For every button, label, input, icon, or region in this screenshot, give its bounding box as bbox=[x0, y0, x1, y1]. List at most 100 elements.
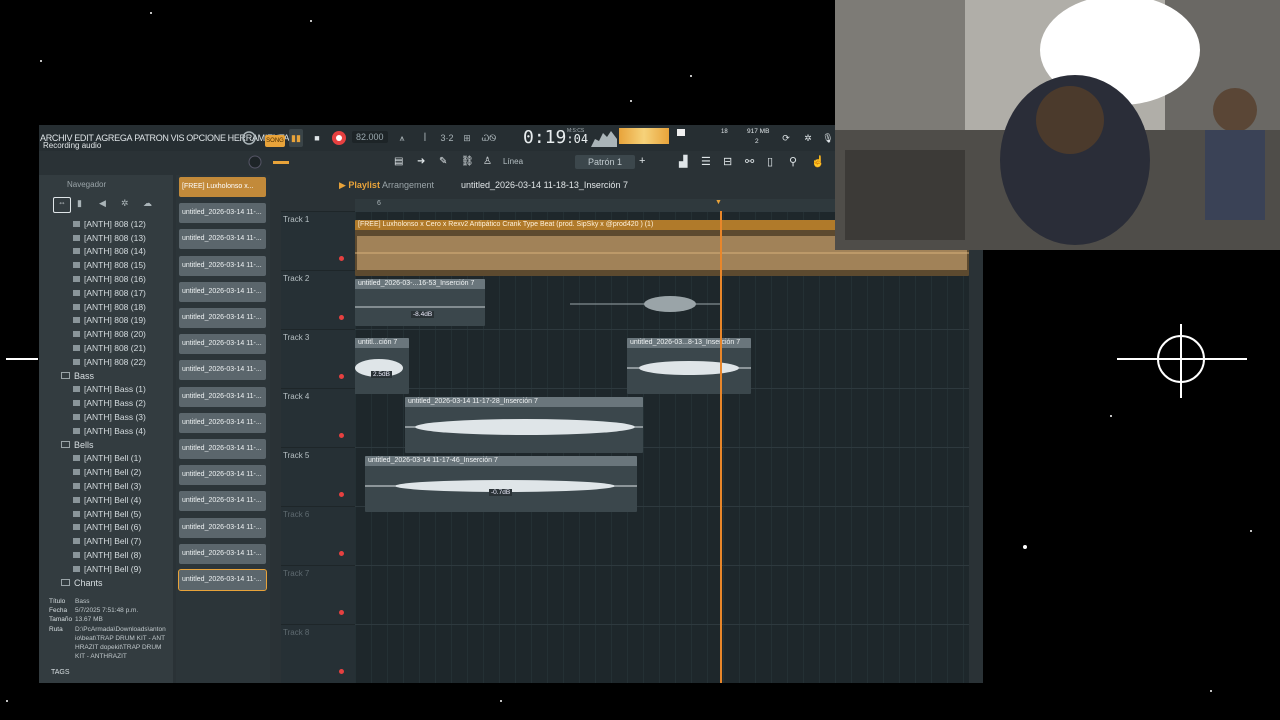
channel-rack-icon[interactable]: ⊟ bbox=[723, 155, 732, 168]
playhead[interactable] bbox=[720, 211, 722, 683]
plugin-icon[interactable]: ✲ bbox=[801, 129, 815, 147]
channel-button[interactable]: untitled_2026-03-14 11-... bbox=[179, 229, 266, 250]
tags-label[interactable]: TAGS bbox=[51, 669, 70, 676]
snap-selector[interactable]: Línea bbox=[503, 157, 523, 166]
channel-button[interactable]: untitled_2026-03-14 11-... bbox=[179, 308, 266, 328]
playlist-icon[interactable]: ▟ bbox=[679, 155, 687, 168]
channel-button[interactable]: untitled_2026-03-14 11-... bbox=[179, 543, 266, 564]
browser-file[interactable]: [ANTH] Bass (4) bbox=[39, 424, 173, 438]
browser-file[interactable]: [ANTH] 808 (17) bbox=[39, 286, 173, 300]
channel-button[interactable]: untitled_2026-03-14 11-... bbox=[179, 334, 266, 355]
browser-files-icon[interactable]: ▮ bbox=[77, 198, 82, 209]
countdown-icon[interactable]: 3·2 bbox=[439, 129, 455, 147]
wait-input-icon[interactable]: ꟾ bbox=[417, 129, 433, 147]
record-arm-icon[interactable] bbox=[339, 610, 344, 615]
channel-button[interactable]: untitled_2026-03-14 11-... bbox=[179, 439, 266, 459]
playlist-scrollbar[interactable] bbox=[969, 211, 983, 683]
audio-clip-track4[interactable]: untitled_2026-03-14 11-17-28_Inserción 7 bbox=[405, 397, 643, 453]
browser-file[interactable]: [ANTH] Bell (2) bbox=[39, 465, 173, 479]
browser-file[interactable]: [ANTH] Bell (8) bbox=[39, 548, 173, 562]
browser-file[interactable]: [ANTH] 808 (14) bbox=[39, 245, 173, 259]
pattern-selector[interactable]: Patrón 1 bbox=[575, 155, 635, 169]
link-icon[interactable]: ⛓ bbox=[461, 156, 475, 168]
stamp-icon[interactable]: ♙ bbox=[483, 156, 497, 168]
browser-file[interactable]: [ANTH] 808 (22) bbox=[39, 355, 173, 369]
track-header[interactable]: Track 4 bbox=[281, 388, 355, 448]
channel-button[interactable]: untitled_2026-03-14 11-... bbox=[179, 281, 266, 302]
channel-button[interactable]: untitled_2026-03-14 11-... bbox=[179, 386, 266, 407]
record-arm-icon[interactable] bbox=[339, 315, 344, 320]
mic-icon[interactable]: 🎙 bbox=[821, 129, 835, 147]
play-pause-button[interactable]: ▮▮ bbox=[289, 129, 303, 147]
browser-file[interactable]: [ANTH] 808 (16) bbox=[39, 272, 173, 286]
browser-file[interactable]: [ANTH] 808 (20) bbox=[39, 327, 173, 341]
browser-file[interactable]: [ANTH] Bell (5) bbox=[39, 507, 173, 521]
browser-file[interactable]: [ANTH] Bell (7) bbox=[39, 534, 173, 548]
touch-icon[interactable]: ☝ bbox=[811, 155, 825, 168]
playlist-file-name[interactable]: untitled_2026-03-14 11-18-13_Inserción 7 bbox=[461, 180, 628, 190]
record-arm-icon[interactable] bbox=[339, 374, 344, 379]
add-pattern-icon[interactable]: + bbox=[639, 155, 645, 167]
record-button[interactable] bbox=[330, 129, 348, 147]
audio-clip-track5[interactable]: untitled_2026-03-14 11-17-46_Inserción 7… bbox=[365, 456, 637, 512]
browser-file[interactable]: [ANTH] Bass (2) bbox=[39, 396, 173, 410]
file-icon[interactable]: ▯ bbox=[767, 155, 773, 168]
playlist-grid[interactable]: [FREE] Luxholonso x Cero x Rexv2 Antipát… bbox=[349, 211, 969, 683]
channel-button[interactable]: untitled_2026-03-14 11-... bbox=[178, 569, 267, 591]
tempo-display[interactable]: 82.000 bbox=[352, 131, 388, 143]
pencil-icon[interactable]: ✎ bbox=[439, 156, 453, 168]
stop-button[interactable]: ■ bbox=[310, 129, 324, 147]
browser-file[interactable]: [ANTH] Bell (1) bbox=[39, 452, 173, 466]
track-header[interactable]: Track 3 bbox=[281, 329, 355, 389]
track-header[interactable]: Track 1 bbox=[281, 211, 355, 271]
browser-file[interactable]: [ANTH] Bell (4) bbox=[39, 493, 173, 507]
audio-clip-track3-b[interactable]: untitled_2026-03...8-13_Inserción 7 bbox=[627, 338, 751, 394]
playhead-marker-icon[interactable]: ▼ bbox=[715, 199, 722, 206]
track-header[interactable]: Track 2 bbox=[281, 270, 355, 330]
channel-button[interactable]: untitled_2026-03-14 11-... bbox=[179, 360, 266, 381]
record-arm-icon[interactable] bbox=[339, 433, 344, 438]
browser-icon[interactable]: ⚯ bbox=[745, 155, 754, 168]
browser-file[interactable]: [ANTH] Bass (1) bbox=[39, 383, 173, 397]
menu-patron[interactable]: PATRON bbox=[133, 133, 169, 143]
browser-file[interactable]: [ANTH] 808 (18) bbox=[39, 300, 173, 314]
browser-file[interactable]: [ANTH] 808 (15) bbox=[39, 258, 173, 272]
audio-clip-track3-a[interactable]: untitl...ción 7 2.5dB bbox=[349, 338, 409, 394]
browser-file[interactable]: [ANTH] Bell (6) bbox=[39, 521, 173, 535]
arrow-right-icon[interactable]: ➜ bbox=[417, 156, 431, 168]
browser-folder[interactable]: Bass bbox=[39, 369, 173, 383]
refresh-icon[interactable]: ⟳ bbox=[779, 129, 793, 147]
channel-button[interactable]: untitled_2026-03-14 11-... bbox=[179, 203, 266, 224]
browser-speaker-icon[interactable]: ◀ bbox=[99, 198, 106, 209]
browser-file[interactable]: [ANTH] 808 (19) bbox=[39, 314, 173, 328]
browser-file[interactable]: [ANTH] Bell (9) bbox=[39, 562, 173, 576]
browser-file[interactable]: [ANTH] 808 (21) bbox=[39, 341, 173, 355]
browser-file[interactable]: [ANTH] 808 (12) bbox=[39, 217, 173, 231]
browser-folder[interactable]: Chants bbox=[39, 576, 173, 590]
audio-clip-track2-a[interactable]: untitled_2026-03-...16-53_Inserción 7 -8… bbox=[355, 279, 485, 326]
track-header[interactable]: Track 5 bbox=[281, 447, 355, 507]
channel-button[interactable]: [FREE] Luxholonso x... bbox=[179, 177, 266, 197]
blend-notes-icon[interactable]: ᏇᏫ bbox=[481, 129, 497, 147]
channel-button[interactable]: untitled_2026-03-14 11-... bbox=[179, 517, 266, 538]
browser-file[interactable]: [ANTH] 808 (13) bbox=[39, 231, 173, 245]
browser-folder[interactable]: Bells bbox=[39, 438, 173, 452]
record-arm-icon[interactable] bbox=[339, 669, 344, 674]
browser-cloud-icon[interactable]: ☁ bbox=[143, 198, 152, 209]
browser-all-icon[interactable]: ⇔ bbox=[53, 197, 71, 213]
track-header[interactable]: Track 6 bbox=[281, 506, 355, 566]
channel-button[interactable]: untitled_2026-03-14 11-... bbox=[179, 465, 266, 486]
channel-button[interactable]: untitled_2026-03-14 11-... bbox=[179, 255, 266, 276]
master-pitch-slider[interactable] bbox=[273, 161, 289, 164]
record-arm-icon[interactable] bbox=[339, 492, 344, 497]
browser-file[interactable]: [ANTH] Bass (3) bbox=[39, 410, 173, 424]
track-header[interactable]: Track 8 bbox=[281, 624, 355, 683]
piano-icon[interactable]: ▤ bbox=[394, 156, 410, 168]
menu-vis[interactable]: VIS bbox=[170, 133, 186, 143]
song-mode-button[interactable]: SONG bbox=[265, 135, 285, 147]
step-edit-icon[interactable]: ⊞ bbox=[459, 129, 475, 147]
metronome-icon[interactable]: ⩚ bbox=[395, 129, 409, 147]
channel-button[interactable]: untitled_2026-03-14 11-... bbox=[179, 491, 266, 512]
plugin-picker-icon[interactable]: ⚲ bbox=[789, 155, 797, 168]
master-volume-knob[interactable] bbox=[247, 154, 263, 175]
